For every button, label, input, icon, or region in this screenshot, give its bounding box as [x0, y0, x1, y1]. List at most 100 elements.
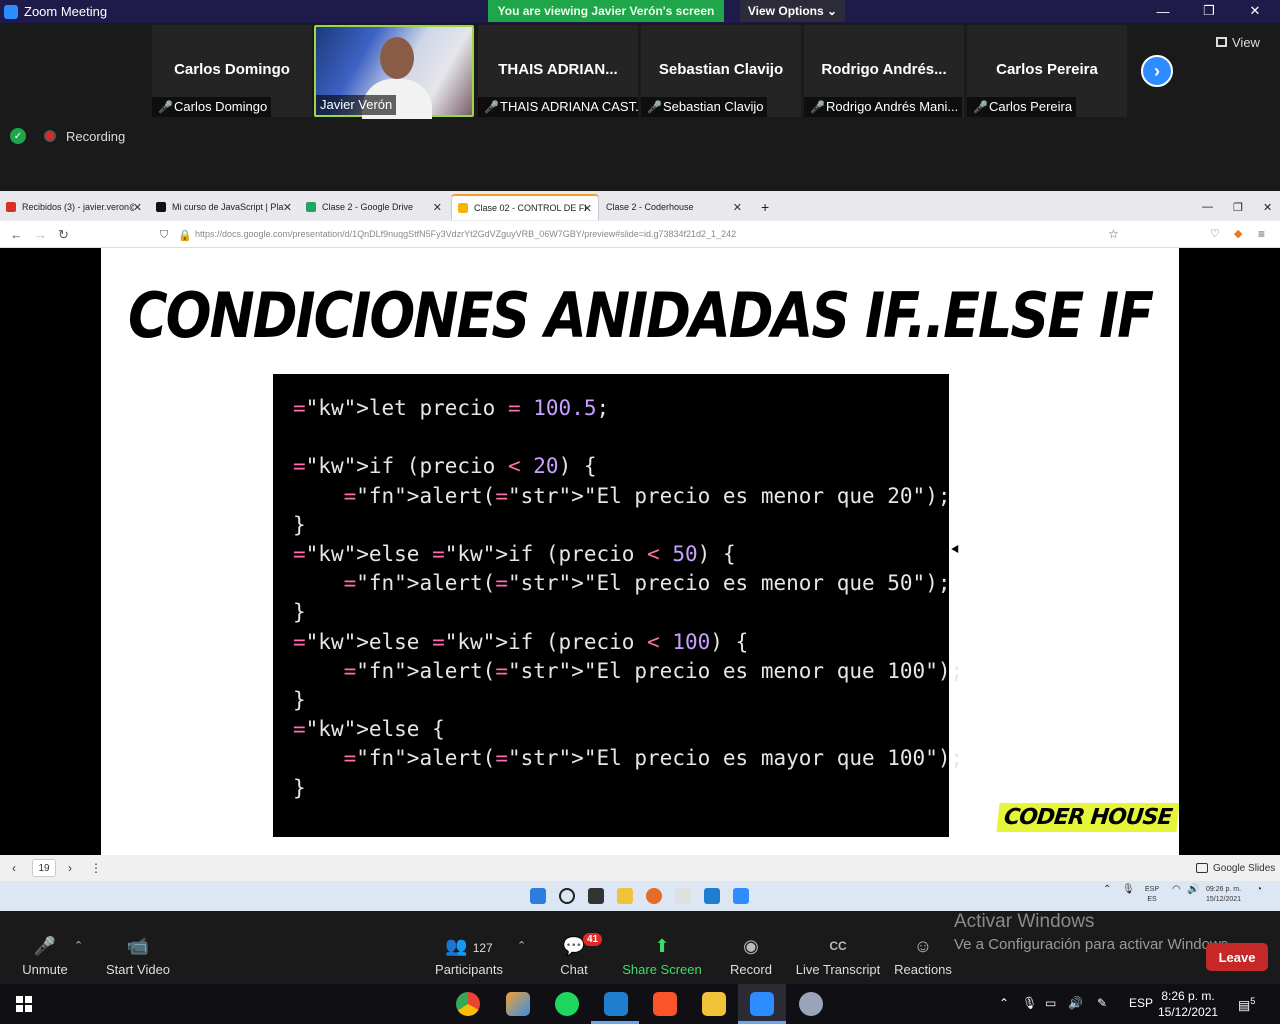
browser-tab[interactable]: Clase 2 - Coderhouse ✕ [600, 194, 748, 220]
zoom-icon[interactable] [733, 888, 749, 904]
browser-tab[interactable]: Recibidos (3) - javier.veron@gm✕ [0, 194, 148, 220]
mic-options-chevron-icon[interactable]: ⌃ [74, 939, 83, 952]
participant-tile[interactable]: THAIS ADRIAN... THAIS ADRIANA CAST... 🎤 [478, 25, 638, 117]
view-options-label: View Options [747, 4, 824, 18]
browser-restore-button[interactable]: ❐ [1227, 194, 1247, 220]
google-slides-label[interactable]: Google Slides [1213, 863, 1275, 874]
zoom-app-icon [4, 4, 18, 19]
view-button[interactable]: View [1216, 31, 1260, 53]
participant-tile[interactable]: Sebastian Clavijo Sebastian Clavijo 🎤 [641, 25, 801, 117]
maximize-button[interactable]: ❐ [1186, 0, 1232, 22]
microphone-icon[interactable]: 🎙 [1022, 996, 1037, 1010]
spotify-icon[interactable] [555, 992, 579, 1016]
zoom-icon[interactable] [750, 992, 774, 1016]
vscode-icon[interactable] [604, 992, 628, 1016]
paint-icon[interactable] [799, 992, 823, 1016]
close-tab-icon[interactable]: ✕ [583, 202, 592, 215]
browser-tab-active[interactable]: Clase 02 - CONTROL DE FLUJO✕ [451, 194, 599, 220]
participant-tile[interactable]: Carlos Domingo Carlos Domingo 🎤 [152, 25, 312, 117]
browser-tab[interactable]: Mi curso de JavaScript | Platafo✕ [150, 194, 298, 220]
language-indicator[interactable]: ESP [1129, 996, 1153, 1010]
pocket-icon[interactable]: ♡ [1210, 227, 1220, 240]
tray-chevron-icon[interactable]: ⌃ [1103, 885, 1111, 895]
participant-tile-active-speaker[interactable]: Javier Verón [314, 25, 474, 119]
git-icon[interactable] [506, 992, 530, 1016]
google-slides-icon [1196, 863, 1208, 873]
close-button[interactable]: ✕ [1232, 0, 1278, 22]
participants-options-chevron-icon[interactable]: ⌃ [517, 939, 526, 952]
slack-icon[interactable] [675, 888, 691, 904]
start-video-button[interactable]: 📹 Start Video [93, 934, 183, 977]
participant-tile[interactable]: Carlos Pereira Carlos Pereira 🎤 [967, 25, 1127, 117]
bookmark-star-icon[interactable]: ☆ [1108, 227, 1119, 241]
metamask-icon[interactable]: ◆ [1234, 227, 1242, 240]
chat-button[interactable]: 💬 Chat 41 [529, 933, 619, 977]
pen-icon[interactable]: ✎ [1097, 996, 1107, 1010]
participants-icon: 👥 127 [445, 936, 493, 956]
minimize-button[interactable]: — [1140, 0, 1186, 22]
chat-badge: 41 [583, 933, 603, 946]
more-options-icon[interactable]: ⋮ [90, 861, 102, 875]
participants-button[interactable]: 👥 127 Participants [424, 934, 514, 977]
close-tab-icon[interactable]: ✕ [133, 201, 142, 214]
browser-close-button[interactable]: ✕ [1257, 194, 1277, 220]
video-gallery: Carlos Domingo Carlos Domingo 🎤 Javier V… [0, 23, 1280, 191]
previous-slide-icon[interactable]: ‹ [12, 861, 16, 875]
browser-minimize-button[interactable]: — [1196, 194, 1216, 220]
volume-icon[interactable]: 🔊 [1187, 885, 1199, 895]
next-page-arrow-icon[interactable]: › [1141, 55, 1173, 87]
participant-tile[interactable]: Rodrigo Andrés... Rodrigo Andrés Mani...… [804, 25, 964, 117]
remote-clock[interactable]: 09:26 p. m. 15/12/2021 [1206, 885, 1241, 905]
code-text: ="kw">let precio = 100.5; ="kw">if (prec… [293, 394, 963, 803]
google-slides-icon [458, 203, 468, 213]
participant-label: THAIS ADRIANA CAST... [478, 97, 638, 117]
vscode-icon[interactable] [704, 888, 720, 904]
firefox-icon[interactable] [646, 888, 662, 904]
participant-label: Javier Verón [316, 95, 397, 115]
notification-icon[interactable]: ◔ [1256, 885, 1262, 895]
close-tab-icon[interactable]: ✕ [433, 201, 442, 214]
windows-start-icon[interactable] [530, 888, 546, 904]
task-view-icon[interactable] [588, 888, 604, 904]
share-screen-button[interactable]: ⬆ Share Screen [617, 934, 707, 977]
google-drive-icon [306, 202, 316, 212]
url-text[interactable]: https://docs.google.com/presentation/d/1… [195, 229, 736, 239]
wifi-icon[interactable]: ◠ [1172, 885, 1181, 895]
chrome-icon[interactable] [456, 992, 480, 1016]
reload-icon[interactable]: ↻ [58, 227, 69, 243]
chevron-down-icon: ⌄ [827, 4, 838, 18]
next-slide-icon[interactable]: › [68, 861, 72, 875]
remote-language[interactable]: ESP ES [1145, 885, 1159, 905]
forward-arrow-icon[interactable]: → [34, 227, 47, 242]
windows-start-icon[interactable] [16, 996, 32, 1012]
microphone-icon[interactable]: 🎙 [1122, 885, 1135, 895]
close-tab-icon[interactable]: ✕ [733, 201, 742, 214]
close-tab-icon[interactable]: ✕ [283, 201, 292, 214]
tray-chevron-icon[interactable]: ⌃ [999, 996, 1009, 1010]
record-button[interactable]: ◉ Record [706, 934, 796, 977]
code-line: ="fn">alert(="str">"El precio es mayor q… [343, 746, 964, 771]
security-shield-icon[interactable]: ✓ [10, 128, 26, 144]
volume-icon[interactable]: 🔊 [1068, 996, 1083, 1010]
new-tab-button[interactable]: + [755, 194, 775, 220]
network-icon[interactable]: ▭ [1045, 996, 1056, 1010]
file-explorer-icon[interactable] [702, 992, 726, 1016]
back-arrow-icon[interactable]: ← [10, 227, 23, 242]
slide-number[interactable]: 19 [32, 859, 56, 877]
search-icon[interactable] [559, 888, 575, 904]
live-transcript-button[interactable]: CC Live Transcript [793, 934, 883, 977]
file-explorer-icon[interactable] [617, 888, 633, 904]
browser-tab[interactable]: Clase 2 - Google Drive ✕ [300, 194, 448, 220]
taskbar-clock[interactable]: 8:26 p. m. 15/12/2021 [1158, 988, 1218, 1020]
notifications-icon[interactable]: ▤5 [1238, 996, 1255, 1013]
brave-icon[interactable] [653, 992, 677, 1016]
lock-icon[interactable]: 🔒 [178, 229, 192, 242]
participant-name: Carlos Domingo [174, 61, 290, 78]
participant-name: Sebastian Clavijo [658, 61, 784, 78]
menu-icon[interactable]: ≡ [1258, 227, 1265, 241]
tracking-shield-icon[interactable]: ⛉ [160, 229, 168, 242]
view-label: View [1232, 34, 1260, 50]
view-options-button[interactable]: View Options ⌄ [740, 0, 845, 22]
leave-button[interactable]: Leave [1206, 943, 1268, 971]
video-off-icon: 📹 [126, 936, 150, 956]
